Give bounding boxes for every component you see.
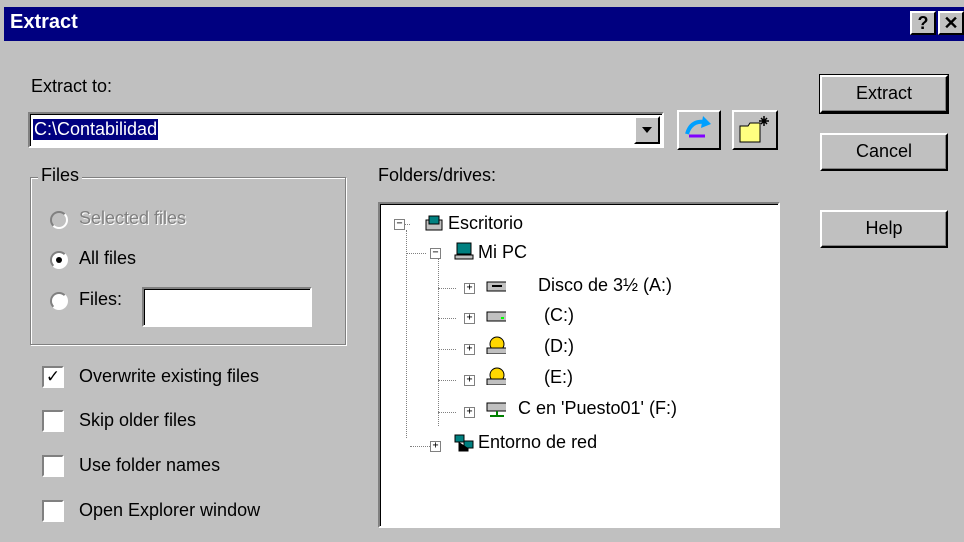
tree-item-e[interactable]: (E:): [544, 367, 573, 388]
network-drive-icon: [486, 402, 506, 417]
files-group-title: Files: [38, 165, 83, 186]
new-folder-button[interactable]: [732, 110, 778, 150]
tree-expander[interactable]: +: [464, 344, 475, 355]
skip-older-checkbox[interactable]: [42, 410, 64, 432]
use-folder-names-checkbox[interactable]: [42, 455, 64, 477]
radio-files-pattern[interactable]: [50, 292, 68, 310]
new-folder-icon: [739, 116, 769, 143]
window-title: Extract: [10, 11, 78, 33]
extract-to-combobox[interactable]: C:\Contabilidad: [28, 112, 664, 148]
open-explorer-label: Open Explorer window: [79, 500, 261, 520]
tree-expander[interactable]: +: [464, 407, 475, 418]
files-pattern-label: Files:: [79, 289, 123, 309]
help-question-button[interactable]: ?: [910, 11, 936, 35]
browse-arrow-icon: [685, 116, 711, 138]
computer-icon: [454, 242, 474, 260]
hard-drive-icon: [486, 311, 506, 322]
close-button[interactable]: ✕: [938, 11, 964, 35]
radio-all-files[interactable]: [50, 251, 68, 269]
tree-expander[interactable]: +: [430, 441, 441, 452]
tree-item-c[interactable]: (C:): [544, 305, 574, 326]
tree-item-f[interactable]: C en 'Puesto01' (F:): [518, 398, 677, 419]
tree-expander[interactable]: +: [464, 283, 475, 294]
use-folder-names-label: Use folder names: [79, 455, 221, 475]
tree-expander[interactable]: −: [394, 219, 405, 230]
cd-drive-icon: [486, 367, 506, 385]
help-button[interactable]: Help: [820, 210, 948, 248]
tree-expander[interactable]: −: [430, 248, 441, 259]
extract-to-label: Extract to:: [31, 76, 113, 96]
desktop-icon: [425, 215, 443, 231]
tree-item-mi-pc[interactable]: Mi PC: [478, 242, 527, 263]
tree-item-d[interactable]: (D:): [544, 336, 574, 357]
skip-older-label: Skip older files: [79, 410, 197, 430]
tree-item-a[interactable]: Disco de 3½ (A:): [538, 275, 672, 296]
tree-item-escritorio[interactable]: Escritorio: [448, 213, 523, 234]
folders-label: Folders/drives:: [378, 165, 497, 185]
tree-expander[interactable]: +: [464, 313, 475, 324]
files-pattern-input[interactable]: [142, 287, 312, 327]
overwrite-checkbox[interactable]: ✓: [42, 366, 64, 388]
cd-drive-icon: [486, 336, 506, 354]
all-files-label: All files: [79, 248, 137, 268]
selected-files-label: Selected files: [79, 208, 187, 228]
radio-selected-files[interactable]: [50, 211, 68, 229]
tree-expander[interactable]: +: [464, 375, 475, 386]
title-bar[interactable]: Extract ? ✕: [4, 7, 964, 41]
tree-item-entorno-de-red[interactable]: Entorno de red: [478, 432, 597, 453]
help-button-label: Help: [865, 218, 903, 238]
overwrite-label: Overwrite existing files: [79, 366, 260, 386]
dropdown-arrow-button[interactable]: [634, 116, 660, 144]
folders-tree[interactable]: − Escritorio − Mi PC + Disco de 3½ (A:) …: [378, 202, 780, 528]
chevron-down-icon: [642, 127, 652, 133]
extract-button[interactable]: Extract: [819, 74, 949, 114]
open-explorer-checkbox[interactable]: [42, 500, 64, 522]
browse-folder-button[interactable]: [677, 110, 721, 150]
floppy-drive-icon: [486, 281, 506, 292]
extract-dialog: Extract ? ✕ Extract to: C:\Contabilidad …: [0, 0, 964, 542]
cancel-button[interactable]: Cancel: [820, 133, 948, 171]
network-neighborhood-icon: [454, 434, 474, 452]
extract-to-input[interactable]: C:\Contabilidad: [33, 119, 159, 140]
